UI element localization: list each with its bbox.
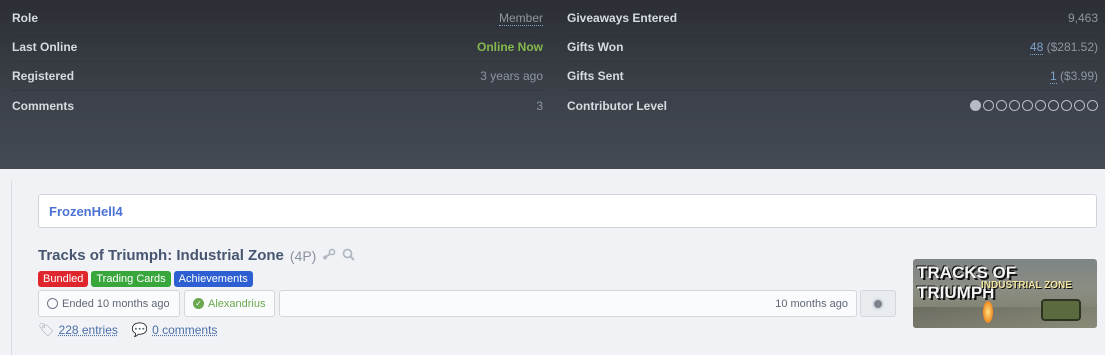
stat-row-last-online: Last Online Online Now [12,33,543,62]
check-icon: ✓ [193,298,204,309]
stat-row-comments: Comments 3 [12,91,543,120]
online-status: Online Now [477,40,543,54]
giveaway-links: 🏷 228 entries 💬 0 comments [38,322,217,338]
user-heading-bar: FrozenHell4 [38,194,1097,228]
stat-row-role: Role Member [12,4,543,33]
entries-item: 🏷 228 entries [38,322,118,338]
stat-label: Gifts Won [567,40,624,54]
entries-link[interactable]: 228 entries [59,323,118,337]
comments-link[interactable]: 0 comments [152,323,217,337]
role-link[interactable]: Member [498,11,543,26]
level-dot [1009,100,1020,111]
stat-label: Registered [12,69,75,83]
badge-achievements: Achievements [173,271,253,287]
stat-label: Comments [12,98,75,113]
winner-box: ✓ Alexandrius [184,290,275,317]
time-text: 10 months ago [775,297,848,310]
stats-column-left: Role Member Last Online Online Now Regis… [12,4,543,120]
level-dot [1035,100,1046,111]
level-dot [970,100,981,111]
ended-text: Ended 10 months ago [62,297,170,310]
badge-trading-cards: Trading Cards [91,271,171,287]
stat-label: Gifts Sent [567,69,624,83]
contributor-level-dots [970,100,1098,111]
clock-icon [47,298,58,309]
badge-bundled: Bundled [38,271,89,287]
time-box: 10 months ago [279,290,857,317]
gifts-sent-amount: ($3.99) [1059,69,1098,83]
globe-icon [872,297,884,310]
level-dot [983,100,994,111]
level-dot [1048,100,1059,111]
search-icon[interactable] [342,248,356,264]
comments-item: 💬 0 comments [132,322,218,338]
gifts-won-amount: ($281.52) [1046,40,1098,54]
stat-label: Role [12,11,39,25]
level-dot [1074,100,1085,111]
badge-list: Bundled Trading Cards Achievements [38,271,253,287]
stat-row-gifts-sent: Gifts Sent 1 ($3.99) [567,62,1098,91]
left-divider [11,181,12,355]
stat-row-registered: Registered 3 years ago [12,62,543,91]
steam-icon[interactable] [322,248,336,263]
level-dot [996,100,1007,111]
level-dot [1061,100,1072,111]
username-link[interactable]: FrozenHell4 [49,204,123,219]
stat-row-giveaways-entered: Giveaways Entered 9,463 [567,4,1098,33]
stat-label: Giveaways Entered [567,11,678,25]
stat-label: Last Online [12,40,78,54]
tag-icon: 🏷 [38,322,55,337]
game-thumbnail[interactable]: TRACKS OF TRIUMPH INDUSTRIAL ZONE [913,259,1097,328]
comments-value: 3 [536,98,543,113]
ended-box: Ended 10 months ago [38,290,180,317]
winner-link[interactable]: Alexandrius [208,298,265,310]
globe-button[interactable] [860,290,896,317]
stats-column-right: Giveaways Entered 9,463 Gifts Won 48 ($2… [567,4,1098,120]
stat-row-gifts-won: Gifts Won 48 ($281.52) [567,33,1098,62]
gifts-sent-link[interactable]: 1 [1049,69,1057,84]
registered-value: 3 years ago [480,69,543,83]
level-dot [1022,100,1033,111]
giveaway-heading: Tracks of Triumph: Industrial Zone (4P) [38,247,356,264]
thumbnail-flame [983,301,993,323]
giveaways-entered-value: 9,463 [1067,11,1098,25]
game-title-link[interactable]: Tracks of Triumph: Industrial Zone [38,247,284,264]
profile-stats-panel: Role Member Last Online Online Now Regis… [0,0,1105,169]
copies-count: (4P) [289,247,317,264]
stat-row-contributor-level: Contributor Level [567,91,1098,120]
stat-label: Contributor Level [567,98,668,113]
gifts-sent-value: 1 ($3.99) [1049,69,1098,84]
gifts-won-link[interactable]: 48 [1029,40,1044,55]
level-dot [1087,100,1098,111]
thumbnail-subtitle: INDUSTRIAL ZONE [981,280,1072,291]
gifts-won-value: 48 ($281.52) [1029,40,1098,55]
comment-icon: 💬 [131,322,149,337]
